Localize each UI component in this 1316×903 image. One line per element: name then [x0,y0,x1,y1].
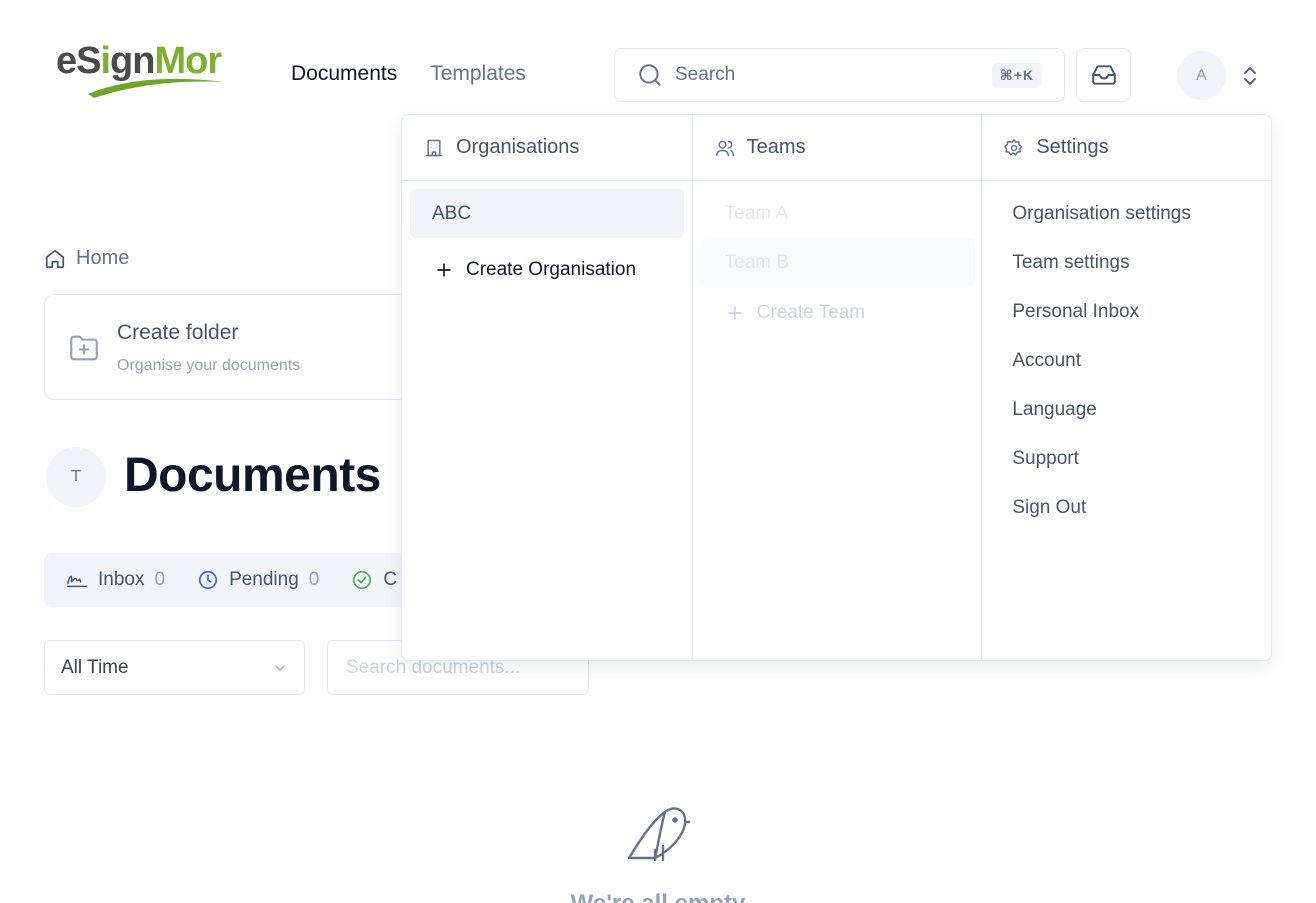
create-folder-subtitle: Organise your documents [117,357,301,374]
folder-plus-icon [67,331,101,370]
create-folder-title: Create folder [117,321,239,344]
plus-icon [728,306,742,320]
team-item[interactable]: Team A [701,189,975,238]
menu-item-team-settings[interactable]: Team settings [1012,252,1191,301]
create-organisation-button[interactable]: Create Organisation [434,259,636,281]
chevron-down-icon [275,664,285,671]
inbox-tray-icon [1091,65,1116,85]
breadcrumb-home: Home [76,247,130,269]
account-switcher-menu: Organisations ABC Create Organisation Te… [401,114,1272,661]
menu-item-sign-out[interactable]: Sign Out [1012,497,1191,546]
inbox-button[interactable] [1076,48,1131,102]
organisations-column: Organisations ABC Create Organisation [402,115,692,660]
settings-list: Organisation settings Team settings Pers… [1012,203,1191,546]
empty-state-text: We're all empty [0,890,1316,903]
home-icon [45,249,65,268]
clock-icon [198,570,218,590]
user-avatar[interactable]: A [1177,51,1226,100]
users-icon [715,140,734,156]
check-circle-icon [353,570,372,590]
breadcrumb[interactable]: Home [44,247,129,270]
create-team-button[interactable]: Create Team [725,302,865,324]
tab-pending[interactable]: Pending 0 [197,569,319,591]
gear-icon [1004,138,1023,155]
signature-icon [67,575,87,588]
menu-item-organisation-settings[interactable]: Organisation settings [1012,203,1191,252]
page: eSignMor Documents Templates Search ⌘+K … [0,0,1316,903]
time-filter-select[interactable]: All Time [44,640,305,695]
team-item[interactable]: Team B [700,238,975,287]
building-icon [425,139,443,156]
search-icon [637,62,663,88]
page-title: Documents [124,449,381,502]
search-label: Search [675,64,736,85]
nav-documents[interactable]: Documents [291,62,397,86]
teams-column: Teams Team A Team B Create Team [691,115,982,660]
logo-swoosh-icon [88,78,224,98]
main-nav: Documents Templates [291,62,526,86]
menu-item-language[interactable]: Language [1012,399,1191,448]
logo[interactable]: eSignMor [56,36,228,102]
plus-icon [437,263,451,277]
teams-header: Teams [692,115,982,181]
organisation-item[interactable]: ABC [410,189,684,238]
search-shortcut: ⌘+K [991,62,1042,88]
bird-icon [625,802,691,867]
settings-header: Settings [982,115,1271,181]
chevrons-up-down-icon[interactable] [1240,64,1260,93]
organisations-header: Organisations [402,115,692,181]
menu-item-personal-inbox[interactable]: Personal Inbox [1012,301,1191,350]
nav-templates[interactable]: Templates [430,62,526,86]
command-search[interactable]: Search ⌘+K [614,48,1065,102]
settings-column: Settings Organisation settings Team sett… [981,115,1271,660]
menu-item-account[interactable]: Account [1012,350,1191,399]
tab-inbox[interactable]: Inbox 0 [66,569,165,591]
menu-item-support[interactable]: Support [1012,448,1191,497]
team-avatar: T [46,447,106,507]
tab-completed[interactable]: C [351,569,397,591]
